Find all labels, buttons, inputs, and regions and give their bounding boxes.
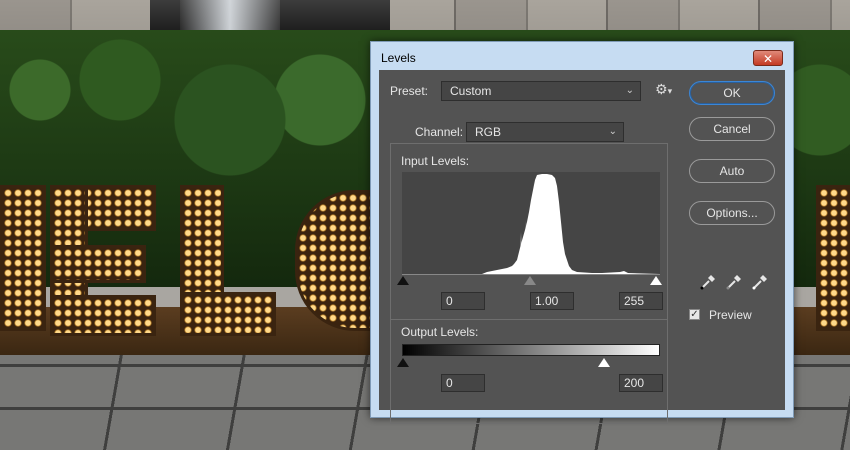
input-slider[interactable]	[397, 276, 662, 288]
close-button[interactable]: ✕	[753, 50, 783, 66]
channel-select[interactable]: RGB ⌄	[466, 122, 624, 142]
black-eyedropper-icon[interactable]	[699, 273, 717, 291]
close-icon: ✕	[762, 52, 774, 66]
dialog-title: Levels	[381, 51, 416, 65]
marquee-letter	[50, 245, 146, 283]
preview-label: Preview	[709, 308, 752, 322]
options-button[interactable]: Options...	[689, 201, 775, 225]
ok-button[interactable]: OK	[689, 81, 775, 105]
input-levels-label: Input Levels:	[401, 154, 470, 168]
histogram-graph	[402, 174, 660, 274]
marquee-letter	[0, 185, 46, 331]
title-bar[interactable]: Levels ✕	[371, 42, 793, 70]
channel-label: Channel:	[412, 125, 467, 139]
output-black-field[interactable]: 0	[441, 374, 485, 392]
output-gradient	[402, 344, 660, 356]
marquee-letter	[816, 185, 850, 331]
preset-value: Custom	[450, 84, 492, 98]
input-white-field[interactable]: 255	[619, 292, 663, 310]
input-white-handle[interactable]	[650, 276, 662, 285]
input-gamma-handle[interactable]	[524, 276, 536, 285]
dialog-body: Preset: Custom ⌄ ⚙▾ Channel: RGB ⌄ Input…	[379, 70, 785, 424]
preset-label: Preset:	[390, 84, 429, 98]
input-black-field[interactable]: 0	[441, 292, 485, 310]
histogram	[402, 172, 660, 275]
white-eyedropper-icon[interactable]	[751, 273, 769, 291]
input-black-handle[interactable]	[397, 276, 409, 285]
channel-value: RGB	[475, 125, 502, 139]
marquee-letter	[180, 292, 276, 336]
cancel-button[interactable]: Cancel	[689, 117, 775, 141]
divider	[391, 319, 667, 320]
preview-checkbox[interactable]: ✓	[689, 309, 700, 320]
output-white-field[interactable]: 200	[619, 374, 663, 392]
preset-select[interactable]: Custom ⌄	[441, 81, 641, 101]
auto-button[interactable]: Auto	[689, 159, 775, 183]
marquee-letter	[50, 295, 156, 336]
gear-icon[interactable]: ⚙▾	[655, 82, 672, 98]
chevron-down-icon: ⌄	[608, 126, 617, 137]
output-levels-label: Output Levels:	[401, 325, 479, 339]
output-black-handle[interactable]	[397, 358, 409, 367]
input-gamma-field[interactable]: 1.00	[530, 292, 574, 310]
gray-eyedropper-icon[interactable]	[725, 273, 743, 291]
levels-dialog: Levels ✕ Preset: Custom ⌄ ⚙▾ Channel: RG…	[370, 41, 794, 424]
output-white-handle[interactable]	[598, 358, 610, 367]
chevron-down-icon: ⌄	[625, 85, 634, 96]
output-slider[interactable]	[397, 358, 660, 370]
